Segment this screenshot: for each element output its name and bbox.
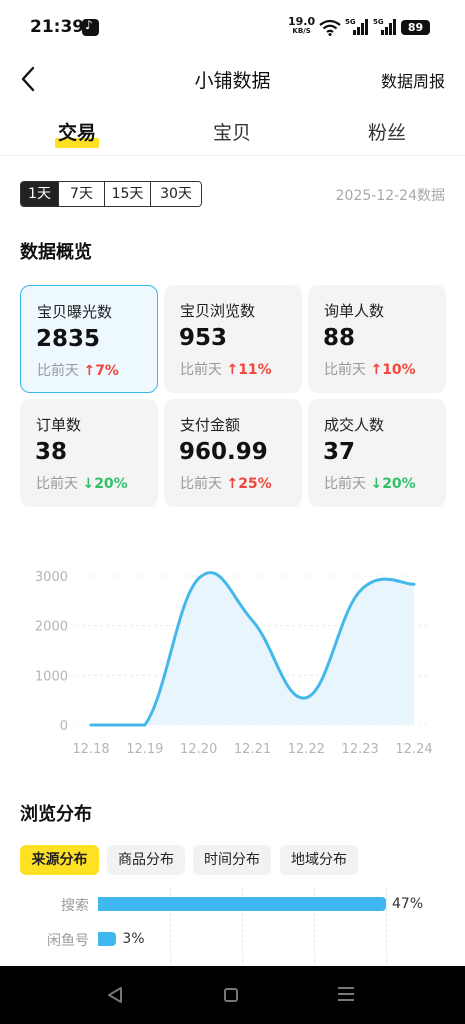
change-value: 7% bbox=[95, 363, 119, 379]
grid-line bbox=[386, 888, 387, 968]
tab-source-distribution[interactable]: 来源分布 bbox=[20, 845, 99, 875]
card-value: 953 bbox=[179, 325, 228, 351]
card-label: 宝贝曝光数 bbox=[37, 303, 113, 321]
tab-items-label: 宝贝 bbox=[212, 122, 251, 144]
change-value: 25% bbox=[238, 476, 272, 492]
signal-icon-1: 5G bbox=[345, 18, 368, 35]
change-up: ↑7% bbox=[83, 363, 119, 379]
tab-region-distribution[interactable]: 地域分布 bbox=[280, 845, 358, 875]
system-nav-bar bbox=[0, 966, 465, 1024]
data-date: 2025-12-24数据 bbox=[335, 188, 445, 204]
period-1-day[interactable]: 1天 bbox=[21, 182, 59, 206]
battery-indicator: 89 bbox=[401, 20, 430, 35]
distribution-title: 浏览分布 bbox=[20, 804, 92, 825]
change-down: ↓20% bbox=[370, 476, 416, 492]
nav-back-icon[interactable] bbox=[107, 986, 123, 1004]
change-up: ↑25% bbox=[226, 476, 272, 492]
net-speed-unit: KB/S bbox=[292, 27, 311, 35]
x-tick-label: 12.23 bbox=[342, 742, 379, 757]
x-tick-label: 12.18 bbox=[72, 742, 109, 757]
weekly-report-link[interactable]: 数据周报 bbox=[381, 68, 445, 92]
status-time: 21:39 bbox=[30, 17, 85, 37]
stat-card-payment[interactable]: 支付金额 960.99 比前天 ↑25% bbox=[164, 399, 302, 507]
tab-fans[interactable]: 粉丝 bbox=[327, 118, 447, 145]
change-up: ↑10% bbox=[370, 362, 416, 378]
period-30-day[interactable]: 30天 bbox=[151, 182, 201, 206]
card-value: 960.99 bbox=[179, 439, 268, 465]
tab-product-distribution[interactable]: 商品分布 bbox=[107, 845, 185, 875]
bar-value-search: 47% bbox=[392, 896, 424, 912]
x-tick-label: 12.21 bbox=[234, 742, 271, 757]
nav-home-icon[interactable] bbox=[224, 988, 238, 1002]
tab-items[interactable]: 宝贝 bbox=[172, 118, 292, 145]
x-tick-label: 12.24 bbox=[395, 742, 432, 757]
status-bar: 21:39 19.0 KB/S 5G 5G 89 bbox=[0, 0, 465, 56]
compare-label: 比前天 bbox=[37, 363, 79, 379]
change-value: 20% bbox=[382, 476, 416, 492]
period-7-day[interactable]: 7天 bbox=[59, 182, 105, 206]
compare-label: 比前天 bbox=[36, 476, 78, 492]
bar-label-search: 搜索 bbox=[61, 898, 89, 914]
change-value: 20% bbox=[94, 476, 128, 492]
stat-card-exposure[interactable]: 宝贝曝光数 2835 比前天 ↑7% bbox=[20, 285, 158, 393]
card-value: 2835 bbox=[36, 326, 101, 352]
main-tabs: 交易 宝贝 粉丝 bbox=[0, 110, 465, 156]
card-compare: 比前天 ↑25% bbox=[180, 473, 272, 493]
overview-title: 数据概览 bbox=[20, 242, 92, 263]
compare-label: 比前天 bbox=[324, 476, 366, 492]
change-value: 10% bbox=[382, 362, 416, 378]
x-tick-label: 12.19 bbox=[126, 742, 163, 757]
card-compare: 比前天 ↑11% bbox=[180, 359, 272, 379]
card-label: 订单数 bbox=[36, 416, 82, 434]
nav-menu-icon[interactable] bbox=[338, 987, 354, 1005]
compare-label: 比前天 bbox=[180, 476, 222, 492]
tab-time-distribution[interactable]: 时间分布 bbox=[193, 845, 271, 875]
bar-value-xianyu: 3% bbox=[122, 931, 145, 947]
page-header: 小铺数据 数据周报 bbox=[0, 56, 465, 102]
compare-label: 比前天 bbox=[324, 362, 366, 378]
bar-xianyu bbox=[98, 932, 117, 946]
card-label: 支付金额 bbox=[180, 416, 241, 434]
bar-search bbox=[98, 897, 386, 911]
bar-label-xianyu: 闲鱼号 bbox=[47, 933, 89, 949]
stat-card-inquiries[interactable]: 询单人数 88 比前天 ↑10% bbox=[308, 285, 446, 393]
card-label: 成交人数 bbox=[324, 416, 385, 434]
tiktok-notification-icon bbox=[82, 18, 99, 36]
card-value: 37 bbox=[323, 439, 356, 465]
stat-card-buyers[interactable]: 成交人数 37 比前天 ↓20% bbox=[308, 399, 446, 507]
card-compare: 比前天 ↓20% bbox=[324, 473, 416, 493]
x-tick-label: 12.20 bbox=[180, 742, 217, 757]
card-value: 38 bbox=[35, 439, 68, 465]
period-15-day[interactable]: 15天 bbox=[105, 182, 151, 206]
compare-label: 比前天 bbox=[180, 362, 222, 378]
card-label: 询单人数 bbox=[324, 302, 385, 320]
x-tick-label: 12.22 bbox=[288, 742, 325, 757]
period-selector: 1天 7天 15天 30天 bbox=[20, 181, 202, 207]
y-tick-label: 0 bbox=[60, 719, 68, 734]
stat-card-orders[interactable]: 订单数 38 比前天 ↓20% bbox=[20, 399, 158, 507]
network-speed: 19.0 KB/S bbox=[288, 16, 315, 35]
card-label: 宝贝浏览数 bbox=[180, 302, 256, 320]
tab-fans-label: 粉丝 bbox=[367, 122, 406, 144]
y-tick-label: 2000 bbox=[35, 620, 68, 635]
stat-card-views[interactable]: 宝贝浏览数 953 比前天 ↑11% bbox=[164, 285, 302, 393]
y-tick-label: 3000 bbox=[35, 570, 68, 585]
tab-trade[interactable]: 交易 bbox=[17, 118, 137, 148]
signal-2-label: 5G bbox=[373, 18, 384, 26]
chart-area-fill bbox=[91, 572, 414, 725]
wifi-icon bbox=[319, 19, 341, 36]
card-value: 88 bbox=[323, 325, 356, 351]
tab-trade-label: 交易 bbox=[57, 122, 96, 144]
signal-icon-2: 5G bbox=[373, 18, 396, 35]
signal-1-label: 5G bbox=[345, 18, 356, 26]
card-compare: 比前天 ↑10% bbox=[324, 359, 416, 379]
change-up: ↑11% bbox=[226, 362, 272, 378]
change-value: 11% bbox=[238, 362, 272, 378]
y-tick-label: 1000 bbox=[35, 669, 68, 684]
change-down: ↓20% bbox=[82, 476, 128, 492]
card-compare: 比前天 ↑7% bbox=[37, 360, 119, 380]
card-compare: 比前天 ↓20% bbox=[36, 473, 128, 493]
trend-chart: 0 1000 2000 3000 12.18 12.19 12.20 12.21 12.22 12… bbox=[35, 570, 433, 757]
